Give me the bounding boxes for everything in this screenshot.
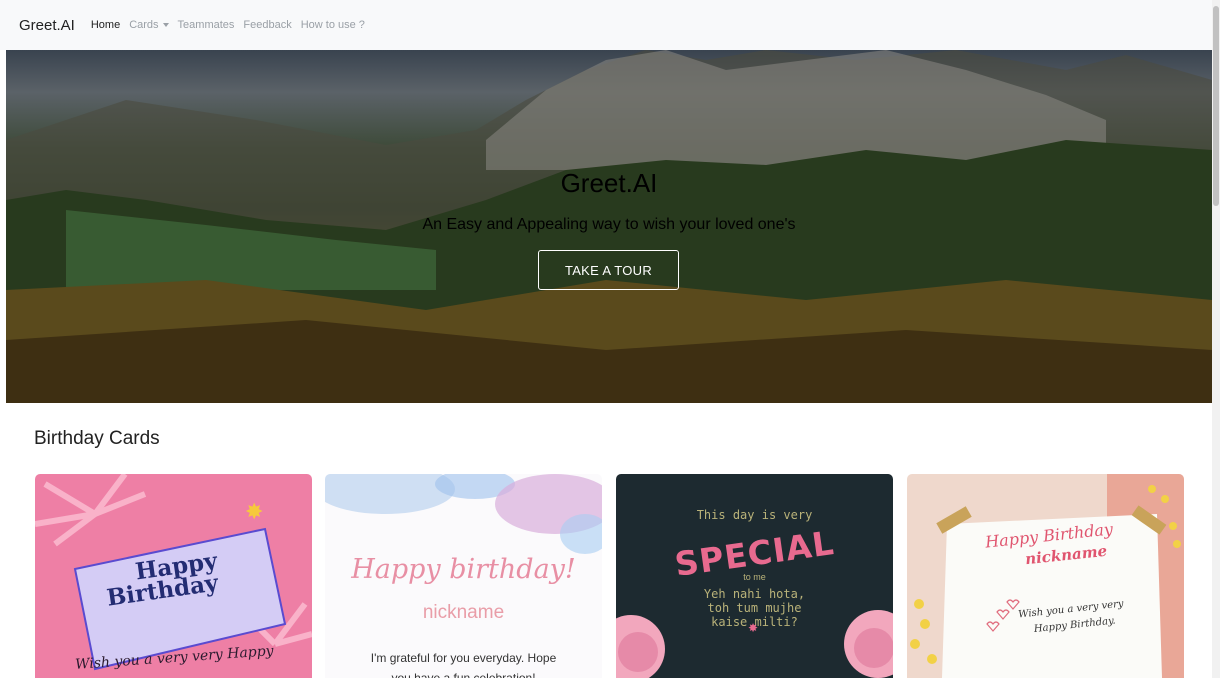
nav-how-to-use[interactable]: How to use ?: [301, 19, 365, 31]
paper-decoration-icon: [910, 474, 1184, 678]
watercolor-decoration-icon: [325, 474, 602, 554]
card3-line3: Yeh nahi hota,: [703, 587, 806, 601]
section-title: Birthday Cards: [34, 428, 160, 449]
birthday-card-1[interactable]: ✸ Happy Birthday Wish you a very very Ha…: [35, 474, 312, 678]
caret-down-icon: [162, 23, 169, 28]
birthday-card-3[interactable]: This day is very SPECIAL to me Yeh nahi …: [616, 474, 893, 678]
nav-teammates[interactable]: Teammates: [178, 19, 235, 31]
card3-line2: to me: [743, 572, 766, 582]
svg-text:✸: ✸: [748, 621, 758, 635]
flower-decoration-icon: ✸: [616, 610, 893, 678]
card2-heading: Happy birthday!: [351, 554, 576, 585]
card2-body: I'm grateful for you everyday. Hope you …: [325, 648, 602, 678]
nav-cards-label: Cards: [129, 19, 159, 31]
scrollbar-thumb[interactable]: [1213, 6, 1219, 206]
birthday-card-2[interactable]: Happy birthday! nickname I'm grateful fo…: [325, 474, 602, 678]
nav-cards-dropdown[interactable]: Cards: [129, 19, 169, 31]
card2-body-line2: you have a fun celebration!: [391, 671, 536, 678]
hero-subtitle: An Easy and Appealing way to wish your l…: [422, 216, 796, 233]
navbar: Greet.AI Home Cards Teammates Feedback H…: [0, 0, 1212, 50]
brand-logo[interactable]: Greet.AI: [19, 17, 75, 34]
svg-text:✸: ✸: [245, 500, 263, 525]
hero-title: Greet.AI: [560, 168, 658, 198]
nav-home[interactable]: Home: [91, 19, 120, 31]
take-a-tour-button[interactable]: TAKE A TOUR: [538, 250, 679, 290]
birthday-card-4[interactable]: Happy Birthday nickname Wish you a very …: [907, 474, 1184, 678]
card2-name: nickname: [422, 602, 505, 623]
page-scrollbar[interactable]: [1212, 0, 1220, 678]
nav-links: Home Cards Teammates Feedback How to use…: [91, 19, 365, 31]
nav-feedback[interactable]: Feedback: [243, 19, 291, 31]
hero-banner: Greet.AI An Easy and Appealing way to wi…: [6, 50, 1212, 403]
card2-body-line1: I'm grateful for you everyday. Hope: [370, 651, 557, 665]
